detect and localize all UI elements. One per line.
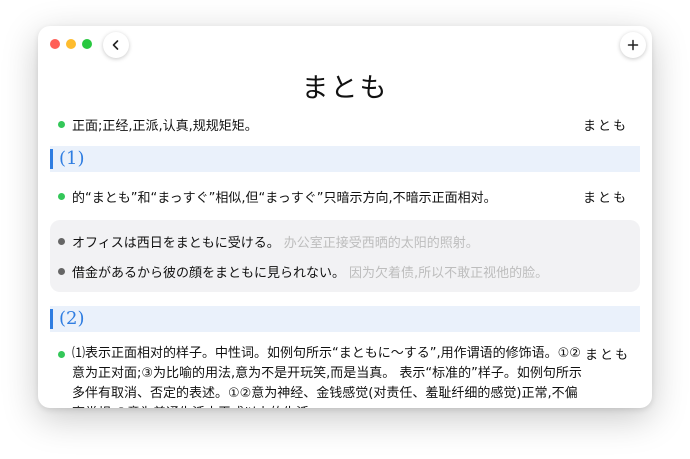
section-marker — [50, 309, 53, 329]
examples-box: オフィスは西日をまともに受ける。 办公室正接受西晒的太阳的照射。 借金があるから彼… — [50, 220, 640, 292]
sense-header-1: (1) — [50, 146, 640, 172]
definition-text: ⑴表示正面相对的样子。中性词。如例句所示“まともに～する”,用作谓语的修饰语。①… — [72, 346, 582, 408]
sense-number: (2) — [59, 308, 85, 329]
minimize-window-button[interactable] — [66, 39, 76, 49]
example-translation: 因为欠着债,所以不敢正视他的脸。 — [349, 266, 549, 281]
title-bar — [38, 26, 652, 62]
bullet-icon — [58, 193, 65, 200]
summary-text: 正面;正经,正派,认真,规规矩矩。 — [72, 119, 258, 134]
zoom-window-button[interactable] — [82, 39, 92, 49]
plus-icon — [627, 39, 639, 51]
definition-tag: まとも — [584, 348, 630, 363]
definition-text: 的“まとも”和“まっすぐ”相似,但“まっすぐ”只暗示方向,不暗示正面相对。 — [72, 191, 497, 206]
entry-title: まとも — [301, 73, 389, 104]
example-japanese: 借金があるから彼の顔をまともに見られない。 — [72, 266, 346, 281]
sense-number: (1) — [59, 148, 85, 169]
bullet-icon — [58, 238, 65, 245]
close-window-button[interactable] — [50, 39, 60, 49]
section-marker — [50, 149, 53, 169]
example-translation: 办公室正接受西晒的太阳的照射。 — [283, 236, 479, 251]
bullet-icon — [58, 351, 65, 358]
example-japanese: オフィスは西日をまともに受ける。 — [72, 236, 280, 251]
dictionary-window: まとも 正面;正经,正派,认真,规规矩矩。 まとも (1) 的“まとも”和“まっ… — [38, 26, 652, 408]
summary-tag: まとも — [582, 119, 628, 134]
sense-header-2: (2) — [50, 306, 640, 332]
definition-tag: まとも — [582, 191, 628, 206]
back-button[interactable] — [103, 32, 129, 58]
add-button[interactable] — [620, 32, 646, 58]
chevron-left-icon — [112, 40, 119, 50]
bullet-icon — [58, 268, 65, 275]
bullet-icon — [58, 121, 65, 128]
